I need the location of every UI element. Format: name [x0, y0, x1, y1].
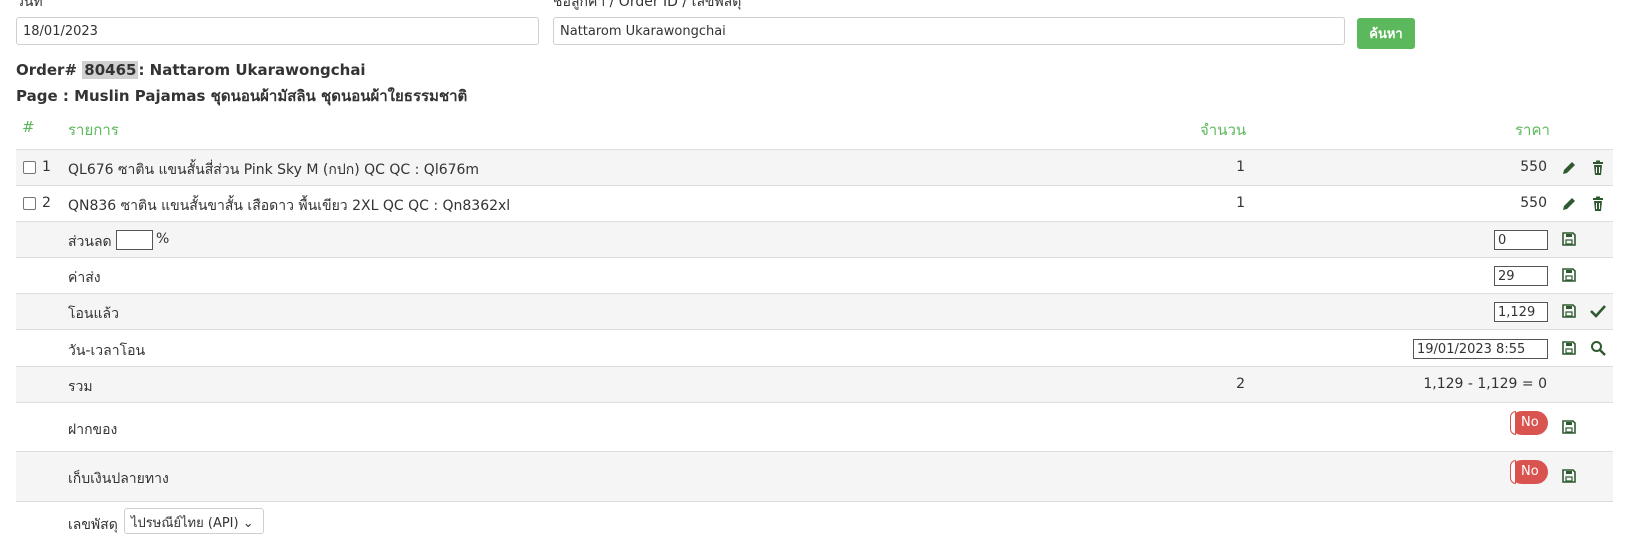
order-customer: : Nattarom Ukarawongchai: [138, 61, 366, 79]
item-qty: 1: [1236, 195, 1245, 211]
save-floppy-icon[interactable]: [1561, 340, 1577, 356]
save-floppy-icon[interactable]: [1561, 231, 1577, 247]
cod-toggle[interactable]: No: [1510, 460, 1548, 484]
item-price: 550: [1520, 195, 1547, 211]
paid-label: โอนแล้ว: [68, 306, 119, 322]
shipping-row: [16, 257, 1613, 293]
row-checkbox[interactable]: [23, 197, 36, 210]
date-label: วันที่: [16, 0, 43, 10]
paid-amount-input[interactable]: [1494, 302, 1548, 322]
col-header-price: ราคา: [1515, 121, 1550, 139]
item-price: 550: [1520, 159, 1547, 175]
trash-icon[interactable]: [1590, 160, 1606, 176]
search-button[interactable]: ค้นหา: [1357, 18, 1415, 49]
carrier-select[interactable]: ไปรษณีย์ไทย (API) ⌄: [124, 508, 264, 534]
total-label: รวม: [68, 379, 93, 395]
row-index: 1: [42, 159, 51, 175]
customer-search-input[interactable]: [553, 17, 1345, 45]
row-checkbox[interactable]: [23, 161, 36, 174]
discount-label: ส่วนลด: [68, 234, 112, 250]
item-name: QN836 ซาติน แขนสั้นขาสั้น เสือดาว พื้นเข…: [68, 198, 511, 214]
search-magnifier-icon[interactable]: [1590, 340, 1606, 356]
checkmark-icon[interactable]: [1590, 303, 1606, 319]
total-qty: 2: [1236, 376, 1245, 392]
percent-sign: %: [156, 231, 170, 247]
order-number: 80465: [82, 61, 139, 79]
edit-pencil-icon[interactable]: [1561, 196, 1577, 212]
shipping-amount-input[interactable]: [1494, 266, 1548, 286]
order-prefix: Order#: [16, 61, 78, 79]
save-floppy-icon[interactable]: [1561, 267, 1577, 283]
deposit-label: ฝากของ: [68, 422, 118, 438]
carrier-select-value: ไปรษณีย์ไทย (API): [131, 516, 239, 531]
deposit-row: [16, 402, 1613, 451]
deposit-toggle[interactable]: No: [1510, 411, 1548, 435]
transfer-time-label: วัน-เวลาโอน: [68, 343, 146, 359]
cod-label: เก็บเงินปลายทาง: [68, 471, 169, 487]
discount-row: [16, 221, 1613, 257]
total-summary: 1,129 - 1,129 = 0: [1423, 376, 1547, 392]
item-name: QL676 ซาติน แขนสั้นสี่ส่วน Pink Sky M (ก…: [68, 162, 480, 178]
order-title: Order# 80465: Nattarom Ukarawongchai: [16, 61, 366, 79]
item-qty: 1: [1236, 159, 1245, 175]
chevron-down-icon: ⌄: [242, 516, 254, 531]
shipping-label: ค่าส่ง: [68, 270, 101, 286]
col-header-item: รายการ: [68, 121, 119, 139]
transfer-time-input[interactable]: [1413, 339, 1548, 359]
discount-percent-input[interactable]: [116, 230, 153, 250]
col-header-index: #: [22, 118, 35, 136]
page-line: Page : Muslin Pajamas ชุดนอนผ้ามัสลิน ชุ…: [16, 87, 468, 105]
save-floppy-icon[interactable]: [1561, 419, 1577, 435]
trash-icon[interactable]: [1590, 196, 1606, 212]
paid-row: [16, 293, 1613, 329]
discount-amount-input[interactable]: [1494, 230, 1548, 250]
edit-pencil-icon[interactable]: [1561, 160, 1577, 176]
col-header-qty: จำนวน: [1200, 121, 1247, 139]
date-input[interactable]: [16, 17, 539, 45]
customer-label: ชื่อลูกค้า / Order ID / เลขพัสดุ: [553, 0, 742, 10]
cod-row: [16, 451, 1613, 501]
transfer-time-row: [16, 329, 1613, 366]
save-floppy-icon[interactable]: [1561, 468, 1577, 484]
save-floppy-icon[interactable]: [1561, 303, 1577, 319]
tracking-label: เลขพัสดุ: [68, 517, 118, 533]
row-index: 2: [42, 195, 51, 211]
